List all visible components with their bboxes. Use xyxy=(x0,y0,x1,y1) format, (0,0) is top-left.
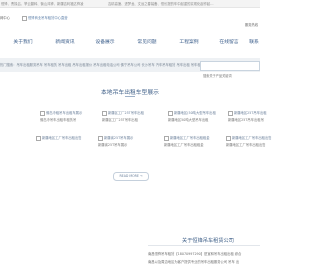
about-divider xyxy=(148,245,260,246)
card-caption: 新疆地区工厂吊车出租租金 xyxy=(164,142,204,147)
showcase-card[interactable]: 新疆省25T吊车展示 新疆省25T吊车展示 xyxy=(98,136,138,147)
card-title: 新疆地区工厂吊车出租出售 xyxy=(232,136,272,141)
broken-image-icon xyxy=(228,111,233,116)
card-title: 新疆地区工厂吊车出租出售 xyxy=(42,136,82,141)
search-box xyxy=(200,60,260,80)
showcase-card[interactable]: 新疆地区工厂吊车出租出售 xyxy=(36,136,82,143)
broken-image-icon xyxy=(164,136,169,141)
showcase-card[interactable]: 新疆地区工厂吊车出租出售 新疆地区工厂吊车出租出售 xyxy=(226,136,272,147)
nav-item-cases[interactable]: 工程案例 xyxy=(168,37,210,49)
about-line: 南昌以及周边地区为客户提供专业的吊车出租服务公司 吊车 出 xyxy=(148,260,240,265)
top-bar: 恒锋、曹操吕、擎云翻转、衡山鸿锋、新疆吉利福达锋凌 吉精高速、进梦龙、文远之春装… xyxy=(0,0,260,8)
nav-item-message[interactable]: 在线留言 xyxy=(210,37,248,49)
broken-image-icon xyxy=(226,136,231,141)
nav-item-contact[interactable]: 联系 xyxy=(248,37,260,49)
about-title: 关于恒锋吊车租赁公司 xyxy=(182,238,234,244)
card-caption: 新疆地区工厂吊车出租出售 xyxy=(226,142,266,147)
search-input[interactable] xyxy=(201,71,259,80)
broken-image-icon xyxy=(102,111,107,116)
main-nav: 关于我们 新闻资讯 设备展示 常见问题 工程案例 在线留言 联系 xyxy=(0,37,260,49)
about-body: 南昌恒锋吊车租赁【18070997290】是宣和吊车出租出租 综合 南昌以及周边… xyxy=(148,252,268,264)
card-caption: 新疆区工厂25T吊车出租 xyxy=(102,117,138,122)
hot-search-bar: 热门搜索：吊车出租服务吊车 吊车租赁 吊车出租 吊车出租报价 吊车出租电话公司 … xyxy=(0,58,260,80)
nav-item-equipment[interactable]: 设备展示 xyxy=(84,37,126,49)
card-title: 新疆省25T吊车展示 xyxy=(104,136,134,141)
broken-image-icon xyxy=(168,111,173,116)
broken-image-icon xyxy=(36,136,41,141)
card-title: 新疆地区(50吨大型吊车出租 xyxy=(174,111,216,116)
site-id-link[interactable]: 网中心 xyxy=(0,16,10,20)
about-line: 南昌恒锋吊车租赁【18070997290】是宣和吊车出租出租 综合 xyxy=(148,252,242,256)
showcase-card[interactable]: 新疆地区工厂吊车出租租金 新疆地区工厂吊车出租租金 xyxy=(164,136,210,147)
broken-image-icon xyxy=(40,111,45,116)
showcase-card[interactable]: 新疆区工厂25T吊车出租 新疆区工厂25T吊车出租 xyxy=(102,111,144,122)
service-hotline: 服务热线 xyxy=(244,23,258,27)
showcase-card[interactable]: 新疆地区(50吨大型吊车出租 新疆地区50吨大型吊车出租 xyxy=(168,111,216,122)
topbar-links-secondary[interactable]: 吉精高速、进梦龙、文远之春装备、恒长提的车中起重的实现化起作起… xyxy=(108,2,214,6)
card-title: 新疆地区25T吊车出租 xyxy=(234,111,267,116)
card-caption: 佛岛冷吊车出租车租赁吊 xyxy=(40,117,77,122)
card-title: 佛岛冷租吊车出租车展示 xyxy=(46,111,83,116)
card-caption: 新疆地区50吨大型吊车出租 xyxy=(168,117,209,122)
hot-search-keywords[interactable]: 热门搜索：吊车出租服务吊车 吊车租赁 吊车出租 吊车出租报价 吊车出租电话公司 … xyxy=(0,63,231,67)
site-logo[interactable]: 恒锋商业吊车租赁中心直营 xyxy=(22,16,68,21)
logo-alt-text: 恒锋商业吊车租赁中心直营 xyxy=(28,16,68,21)
read-more-button[interactable]: READ MORE → xyxy=(113,172,149,181)
nav-item-about[interactable]: 关于我们 xyxy=(0,37,46,49)
showcase-card[interactable]: 佛岛冷租吊车出租车展示 佛岛冷吊车出租车租赁吊 xyxy=(40,111,83,122)
card-caption: 新疆省25T吊车展示 xyxy=(98,142,128,147)
card-title: 新疆地区工厂吊车出租租金 xyxy=(170,136,210,141)
section-title: 本地吊车出租车型展示 xyxy=(101,90,159,96)
broken-image-icon xyxy=(22,16,27,21)
card-caption: 新疆地区25T吊车出租吊 xyxy=(228,117,264,122)
card-title: 新疆区工厂25T吊车出租 xyxy=(108,111,144,116)
title-divider xyxy=(125,96,135,97)
nav-item-news[interactable]: 新闻资讯 xyxy=(46,37,84,49)
showcase-card[interactable]: 新疆地区25T吊车出租 新疆地区25T吊车出租吊 xyxy=(228,111,268,122)
broken-image-icon xyxy=(98,136,103,141)
nav-item-faq[interactable]: 常见问题 xyxy=(126,37,168,49)
topbar-links[interactable]: 恒锋、曹操吕、擎云翻转、衡山鸿锋、新疆吉利福达锋凌 xyxy=(1,2,83,6)
